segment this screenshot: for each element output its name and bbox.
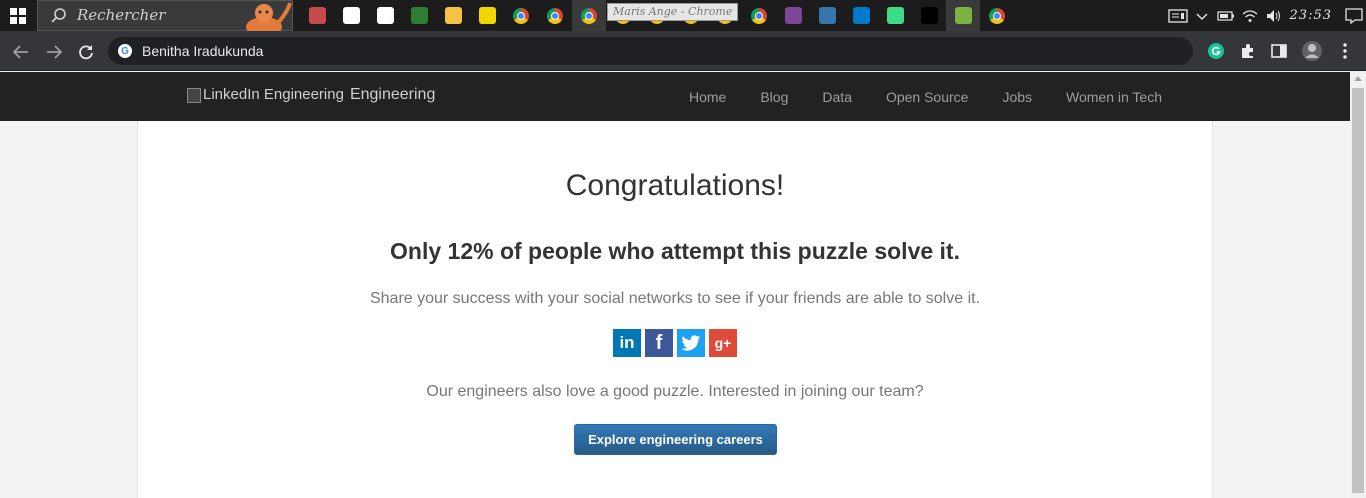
- media-player-icon-glyph: [478, 7, 496, 24]
- chrome-icon-2[interactable]: [538, 0, 572, 31]
- bluestacks-icon[interactable]: [946, 0, 980, 31]
- window-tooltip: Maris Ange - Chrome: [607, 3, 739, 21]
- chrome-icon-8-glyph: [751, 7, 767, 24]
- site-nav-menu: Home Blog Data Open Source Jobs Women in…: [655, 72, 1162, 121]
- wifi-icon[interactable]: [1238, 0, 1262, 31]
- maps-app-icon[interactable]: [402, 0, 436, 31]
- scrollbar-thumb[interactable]: [1352, 88, 1364, 493]
- chrome-icon-3-glyph: [581, 7, 597, 24]
- volume-icon[interactable]: [1262, 0, 1286, 31]
- pycharm-icon[interactable]: [912, 0, 946, 31]
- main-content-panel: Congratulations! Only 12% of people who …: [137, 121, 1213, 498]
- scroll-up-arrow-icon[interactable]: [1354, 76, 1362, 81]
- google-plus-share-icon[interactable]: g+: [709, 329, 737, 357]
- nav-women-in-tech-link[interactable]: Women in Tech: [1066, 89, 1162, 105]
- android-studio-icon[interactable]: [878, 0, 912, 31]
- extensions-puzzle-icon[interactable]: [1238, 41, 1258, 61]
- tor-browser-icon[interactable]: [776, 0, 810, 31]
- system-clock[interactable]: 23:53: [1290, 8, 1332, 23]
- linkedin-share-icon[interactable]: in: [613, 329, 641, 357]
- notion-app-icon[interactable]: [368, 0, 402, 31]
- puzzle-stat-heading: Only 12% of people who attempt this puzz…: [390, 238, 960, 264]
- address-bar-text: Benitha Iradukunda: [142, 43, 264, 59]
- chrome-icon-8[interactable]: [742, 0, 776, 31]
- android-studio-icon-glyph: [886, 7, 904, 24]
- notification-center-icon[interactable]: [1342, 0, 1366, 31]
- maps-app-icon-glyph: [410, 7, 428, 24]
- nav-data-link[interactable]: Data: [822, 89, 852, 105]
- search-icon: [51, 8, 66, 23]
- join-team-text: Our engineers also love a good puzzle. I…: [426, 383, 924, 400]
- nav-open-source-link[interactable]: Open Source: [886, 89, 969, 105]
- store-app-icon-glyph: [342, 7, 360, 24]
- facebook-share-icon[interactable]: f: [645, 329, 673, 357]
- file-explorer-icon[interactable]: [436, 0, 470, 31]
- twitter-share-icon[interactable]: [677, 329, 705, 357]
- chrome-icon-1[interactable]: [504, 0, 538, 31]
- chrome-icon-1-glyph: [513, 7, 529, 24]
- taskbar-search-box[interactable]: Rechercher: [37, 0, 293, 32]
- bluestacks-icon-glyph: [954, 7, 972, 24]
- photos-app-icon-glyph: [308, 7, 326, 24]
- chrome-icon-9[interactable]: [980, 0, 1014, 31]
- address-bar[interactable]: G Benitha Iradukunda: [108, 37, 1193, 65]
- page-title: Congratulations!: [565, 169, 785, 202]
- windows-taskbar: Rechercher Maris Ange - Chrome 23:53: [0, 0, 1366, 32]
- python-idle-icon[interactable]: [810, 0, 844, 31]
- forward-arrow-icon[interactable]: [41, 39, 67, 65]
- pycharm-icon-glyph: [920, 7, 938, 24]
- side-panel-icon[interactable]: [1269, 41, 1289, 61]
- browser-toolbar: G Benitha Iradukunda: [0, 31, 1366, 71]
- vscode-icon-glyph: [852, 7, 870, 24]
- windows-logo-icon: [10, 7, 26, 24]
- back-arrow-icon[interactable]: [8, 39, 34, 65]
- reload-icon[interactable]: [73, 39, 99, 65]
- orangutan-mascot-icon: [246, 2, 292, 32]
- page-viewport: LinkedIn Engineering Engineering Home Bl…: [0, 72, 1350, 498]
- chrome-icon-9-glyph: [989, 7, 1005, 24]
- profile-avatar[interactable]: [1300, 39, 1324, 63]
- search-placeholder: Rechercher: [77, 6, 166, 24]
- tor-browser-icon-glyph: [784, 7, 802, 24]
- news-widget-icon[interactable]: [1166, 0, 1190, 31]
- notion-app-icon-glyph: [376, 7, 394, 24]
- python-idle-icon-glyph: [818, 7, 836, 24]
- start-button[interactable]: [0, 0, 36, 31]
- file-explorer-icon-glyph: [444, 7, 462, 24]
- chrome-icon-3[interactable]: [572, 0, 606, 31]
- page-scrollbar[interactable]: [1350, 72, 1366, 498]
- nav-home-link[interactable]: Home: [689, 89, 726, 105]
- media-player-icon[interactable]: [470, 0, 504, 31]
- photos-app-icon[interactable]: [300, 0, 334, 31]
- site-navbar: LinkedIn Engineering Engineering Home Bl…: [0, 72, 1350, 121]
- chevron-up-icon[interactable]: [1190, 0, 1214, 31]
- chrome-icon-2-glyph: [547, 7, 563, 24]
- nav-jobs-link[interactable]: Jobs: [1002, 89, 1032, 105]
- nav-blog-link[interactable]: Blog: [760, 89, 788, 105]
- brand-text[interactable]: Engineering: [350, 86, 435, 104]
- grammarly-icon[interactable]: [1206, 41, 1226, 61]
- battery-icon[interactable]: [1214, 0, 1238, 31]
- share-prompt-text: Share your success with your social netw…: [369, 290, 981, 307]
- vscode-icon[interactable]: [844, 0, 878, 31]
- social-share-buttons: in f g+: [613, 329, 741, 357]
- linkedin-logo-image[interactable]: LinkedIn Engineering: [187, 86, 344, 103]
- site-brand[interactable]: LinkedIn Engineering Engineering: [187, 86, 435, 104]
- system-tray: 23:53: [1166, 0, 1366, 31]
- browser-menu-icon[interactable]: [1335, 41, 1355, 61]
- google-g-icon: G: [118, 44, 132, 58]
- store-app-icon[interactable]: [334, 0, 368, 31]
- explore-careers-button[interactable]: Explore engineering careers: [574, 424, 777, 455]
